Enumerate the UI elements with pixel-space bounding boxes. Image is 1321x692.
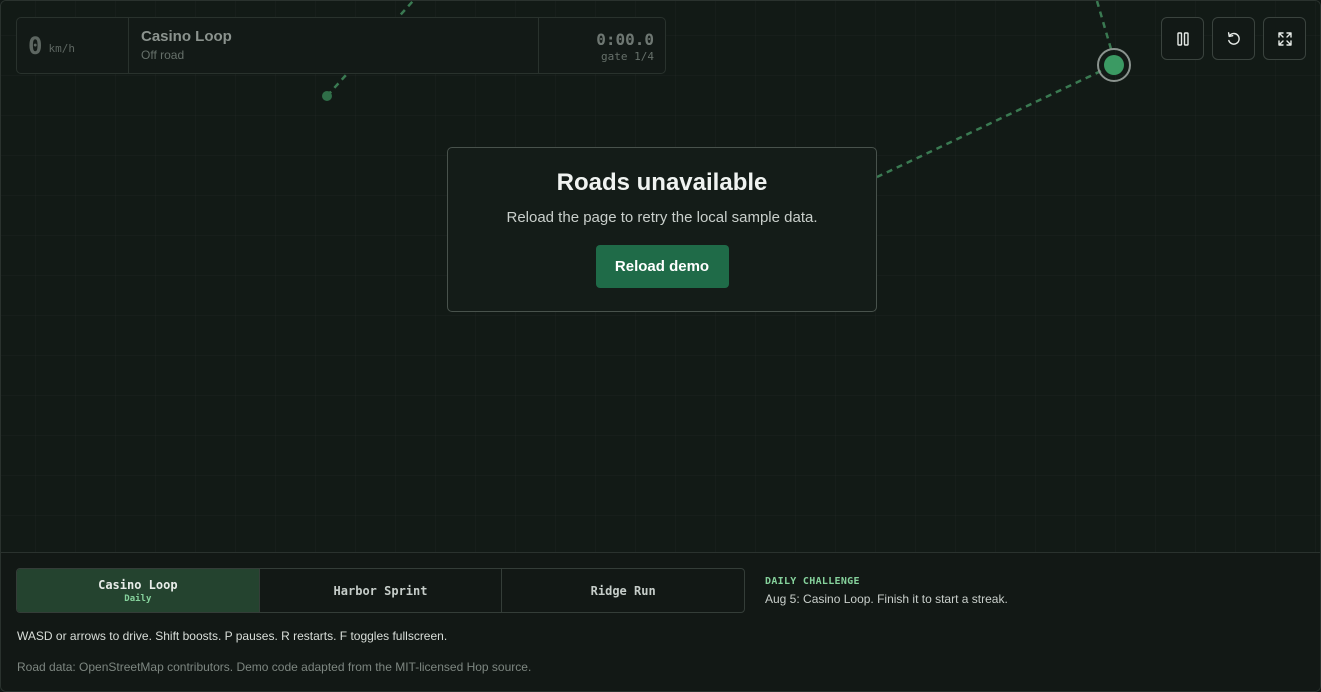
pause-button[interactable]	[1161, 17, 1204, 60]
credits-text: Road data: OpenStreetMap contributors. D…	[17, 660, 532, 674]
dialog-message: Reload the page to retry the local sampl…	[506, 209, 818, 226]
tab-label: Ridge Run	[590, 583, 656, 598]
tab-casino-loop[interactable]: Casino Loop Daily	[17, 569, 260, 612]
race-hud: 0 km/h Casino Loop Off road 0:00.0 gate …	[16, 17, 666, 74]
tab-label: Harbor Sprint	[333, 583, 428, 598]
gate-marker	[322, 91, 332, 101]
route-segment	[1095, 1, 1113, 50]
fullscreen-button[interactable]	[1263, 17, 1306, 60]
daily-challenge-text: Aug 5: Casino Loop. Finish it to start a…	[765, 592, 1008, 606]
tab-label: Casino Loop	[98, 577, 178, 592]
speed-unit: km/h	[48, 42, 75, 55]
track-info: Casino Loop Off road	[129, 18, 539, 73]
speedometer: 0 km/h	[17, 18, 129, 73]
track-status: Off road	[141, 48, 185, 62]
daily-badge: Daily	[124, 593, 152, 604]
app-frame: 0 km/h Casino Loop Off road 0:00.0 gate …	[0, 0, 1321, 692]
bottom-panel: Casino Loop Daily Harbor Sprint Ridge Ru…	[1, 552, 1320, 691]
reload-demo-button[interactable]: Reload demo	[595, 245, 729, 288]
track-tabs: Casino Loop Daily Harbor Sprint Ridge Ru…	[16, 568, 745, 613]
gate-counter: gate 1/4	[601, 50, 654, 63]
dialog-title: Roads unavailable	[556, 169, 768, 196]
lap-timer: 0:00.0 gate 1/4	[539, 18, 665, 73]
track-name: Casino Loop	[141, 28, 232, 45]
timer-value: 0:00.0	[596, 30, 654, 49]
route-segment	[876, 69, 1102, 179]
restart-button[interactable]	[1212, 17, 1255, 60]
restart-icon	[1227, 31, 1240, 45]
daily-challenge: DAILY CHALLENGE Aug 5: Casino Loop. Fini…	[765, 576, 1008, 606]
pause-icon	[1176, 31, 1189, 46]
fullscreen-icon	[1277, 31, 1292, 46]
controls-help: WASD or arrows to drive. Shift boosts. P…	[17, 629, 448, 643]
player-marker	[1104, 55, 1124, 75]
speed-value: 0	[28, 31, 43, 60]
error-dialog: Roads unavailable Reload the page to ret…	[447, 147, 877, 312]
daily-challenge-tag: DAILY CHALLENGE	[765, 576, 860, 587]
tab-harbor-sprint[interactable]: Harbor Sprint	[260, 569, 503, 612]
tab-ridge-run[interactable]: Ridge Run	[502, 569, 744, 612]
